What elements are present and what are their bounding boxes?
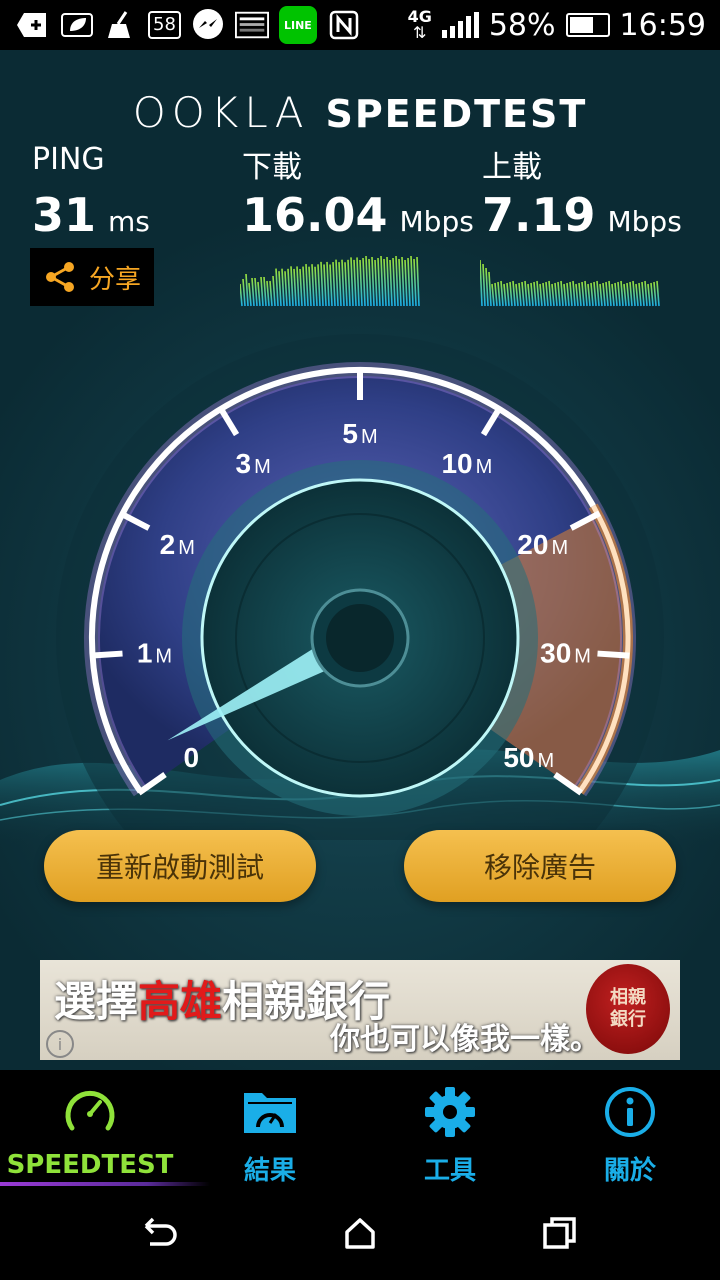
download-unit: Mbps bbox=[399, 205, 474, 238]
tab-results-label: 結果 bbox=[243, 1156, 296, 1186]
upload-sparkline bbox=[480, 259, 660, 307]
tab-about[interactable]: 關於 bbox=[540, 1070, 720, 1188]
back-button[interactable] bbox=[130, 1208, 190, 1258]
status-bar: 58 LINE 4G ⇅ 58% 16:59 bbox=[0, 0, 720, 50]
share-label: 分享 bbox=[88, 264, 141, 295]
gauge-tick bbox=[90, 650, 123, 659]
leaf-icon bbox=[60, 10, 94, 40]
broom-icon bbox=[104, 10, 138, 40]
active-tab-indicator bbox=[0, 1182, 210, 1186]
gauge-needle-center bbox=[326, 604, 394, 672]
tab-speedtest-label: SPEEDTEST bbox=[6, 1150, 174, 1180]
line-app-icon: LINE bbox=[278, 6, 317, 44]
app-logo: OOKLA SPEEDTEST bbox=[0, 88, 720, 137]
tab-results[interactable]: 結果 bbox=[180, 1070, 360, 1188]
notification-count-badge: 58 bbox=[148, 11, 181, 39]
logo-brand: OOKLA bbox=[132, 88, 310, 137]
info-icon bbox=[605, 1087, 655, 1137]
ping-unit: ms bbox=[108, 205, 150, 238]
home-icon bbox=[345, 1218, 375, 1249]
speedtest-screen: OOKLA SPEEDTEST PING 31 ms 下載 16.04 Mbps 上載… bbox=[0, 50, 720, 1070]
ad-banner[interactable]: 選擇高雄相親銀行 你也可以像我一樣。 相親銀行 i bbox=[40, 960, 680, 1060]
upload-value: 7.19 bbox=[482, 188, 596, 242]
image-icon bbox=[234, 10, 269, 40]
signal-strength-icon bbox=[441, 12, 479, 38]
speedometer-icon bbox=[65, 1090, 115, 1131]
system-nav-bar bbox=[0, 1188, 720, 1280]
download-label: 下載 bbox=[242, 150, 302, 185]
tab-tools[interactable]: 工具 bbox=[360, 1070, 540, 1188]
share-button[interactable]: 分享 bbox=[30, 248, 154, 306]
bottom-tab-bar: SPEEDTEST 結果 工具 關於 bbox=[0, 1070, 720, 1188]
speed-gauge: 01 M2 M3 M5 M10 M20 M30 M50 M bbox=[56, 334, 664, 840]
remove-ads-button[interactable]: 移除廣告 bbox=[404, 830, 676, 902]
ping-label: PING bbox=[32, 142, 105, 177]
nfc-icon bbox=[327, 10, 361, 40]
download-value: 16.04 bbox=[242, 188, 388, 242]
home-button[interactable] bbox=[330, 1208, 390, 1258]
tab-speedtest[interactable]: SPEEDTEST bbox=[0, 1070, 180, 1188]
gear-icon bbox=[425, 1087, 475, 1137]
clock: 16:59 bbox=[619, 7, 706, 43]
tab-tools-label: 工具 bbox=[423, 1156, 476, 1186]
messenger-icon bbox=[191, 9, 225, 40]
download-sparkline bbox=[240, 256, 420, 307]
download-result: 16.04 Mbps bbox=[242, 188, 474, 242]
share-icon bbox=[45, 262, 74, 292]
ad-info-icon[interactable]: i bbox=[46, 1030, 74, 1058]
ad-seal-logo: 相親銀行 bbox=[586, 964, 670, 1054]
gauge-tick-label: 0 bbox=[183, 742, 199, 773]
network-type-indicator: 4G ⇅ bbox=[407, 7, 432, 42]
ad-tagline: 你也可以像我一樣。 bbox=[330, 1022, 600, 1057]
upload-unit: Mbps bbox=[607, 205, 682, 238]
recents-button[interactable] bbox=[530, 1208, 590, 1258]
back-icon bbox=[144, 1217, 177, 1246]
gauge-tick bbox=[597, 650, 630, 659]
battery-percent: 58% bbox=[488, 7, 556, 43]
tab-about-label: 關於 bbox=[603, 1156, 656, 1186]
battery-icon bbox=[565, 13, 610, 37]
logo-product: SPEEDTEST bbox=[325, 92, 588, 136]
ping-value: 31 bbox=[32, 188, 97, 242]
upload-result: 7.19 Mbps bbox=[482, 188, 682, 242]
plus-icon bbox=[16, 10, 50, 40]
results-folder-icon bbox=[244, 1093, 296, 1133]
restart-test-button[interactable]: 重新啟動測試 bbox=[44, 830, 316, 902]
recent-apps-icon bbox=[543, 1217, 576, 1249]
ping-result: 31 ms bbox=[32, 188, 150, 242]
upload-label: 上載 bbox=[482, 150, 542, 185]
notification-icons: 58 LINE bbox=[0, 6, 361, 44]
